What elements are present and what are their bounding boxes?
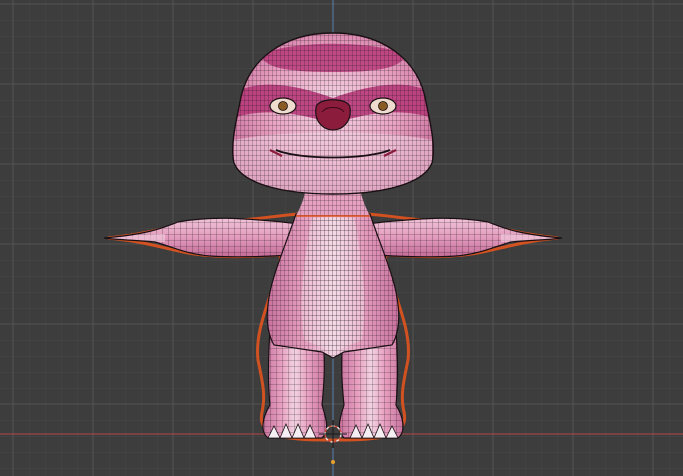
3d-viewport[interactable]	[0, 0, 683, 476]
right-eye	[369, 97, 397, 115]
left-eye	[269, 97, 297, 115]
object-origin-dot	[331, 460, 335, 464]
viewport-scene[interactable]	[0, 0, 683, 476]
nose	[315, 99, 351, 131]
